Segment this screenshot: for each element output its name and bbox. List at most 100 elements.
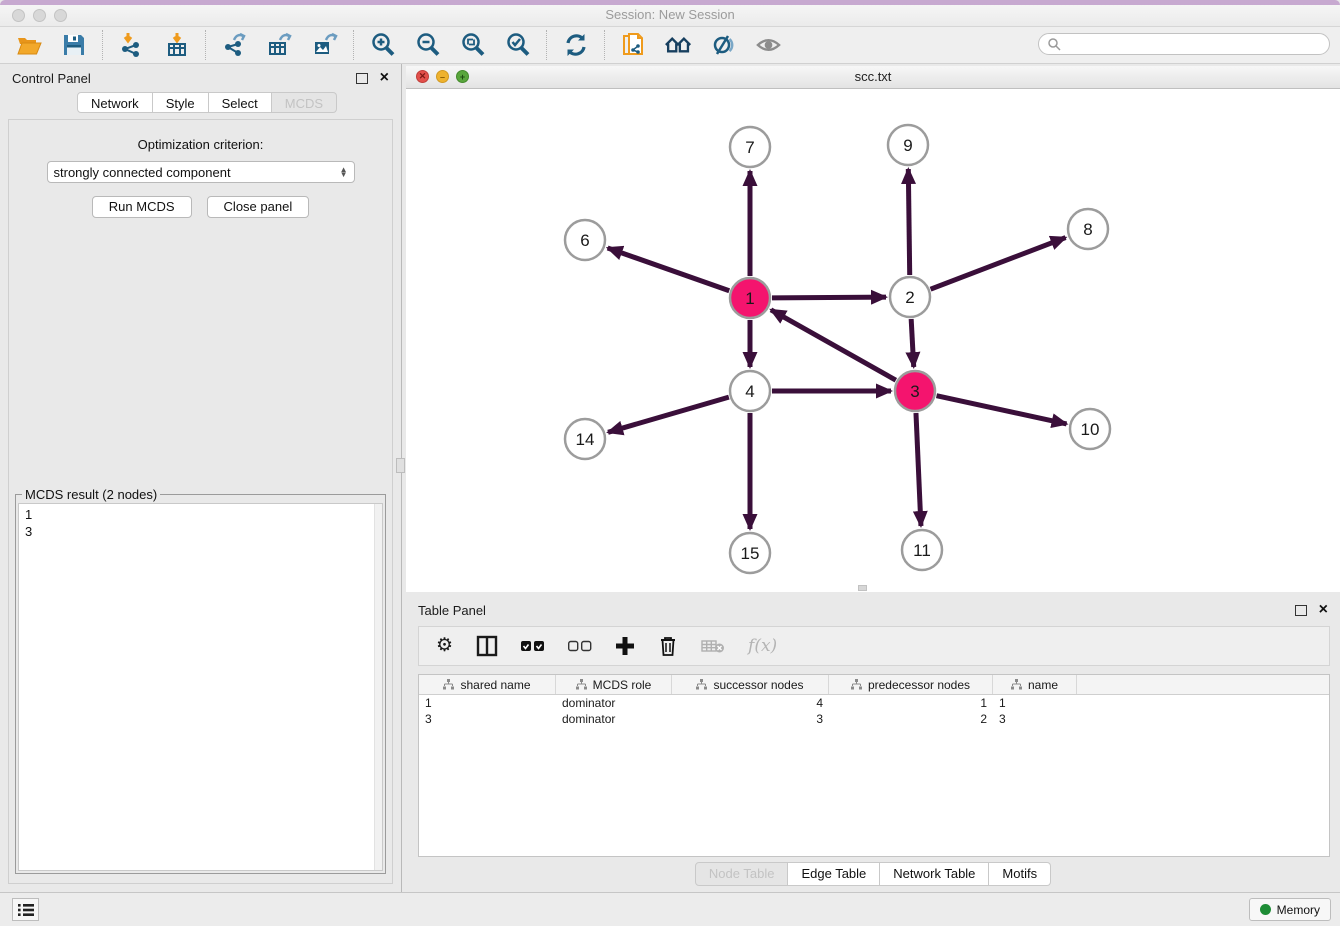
table-cell[interactable]: 1 bbox=[993, 695, 1077, 711]
edge-2-9[interactable] bbox=[908, 169, 909, 275]
app-titlebar[interactable]: Session: New Session bbox=[0, 5, 1340, 27]
import-table-icon[interactable] bbox=[163, 32, 190, 59]
table-row[interactable]: 3dominator323 bbox=[419, 711, 1329, 727]
svg-text:1: 1 bbox=[745, 289, 754, 308]
column-header-successor-nodes[interactable]: successor nodes bbox=[672, 675, 829, 694]
svg-text:8: 8 bbox=[1083, 220, 1092, 239]
table-cell[interactable]: 3 bbox=[672, 711, 829, 727]
tab-node-table[interactable]: Node Table bbox=[695, 862, 789, 886]
graph-node-2[interactable]: 2 bbox=[890, 277, 930, 317]
table-cell[interactable]: 2 bbox=[829, 711, 993, 727]
delete-icon[interactable] bbox=[658, 633, 678, 659]
edge-2-8[interactable] bbox=[931, 238, 1066, 290]
graph-node-1[interactable]: 1 bbox=[730, 278, 770, 318]
graph-node-6[interactable]: 6 bbox=[565, 220, 605, 260]
delete-table-icon[interactable] bbox=[701, 633, 725, 659]
export-image-icon[interactable] bbox=[311, 32, 338, 59]
column-header-shared-name[interactable]: shared name bbox=[419, 675, 556, 694]
select-stepper-icon: ▲▼ bbox=[340, 167, 348, 177]
edge-1-2[interactable] bbox=[772, 297, 886, 298]
memory-button[interactable]: Memory bbox=[1249, 898, 1331, 921]
table-cell[interactable]: dominator bbox=[556, 711, 672, 727]
table-cell[interactable]: 3 bbox=[993, 711, 1077, 727]
tab-style[interactable]: Style bbox=[153, 92, 209, 113]
open-folder-icon[interactable] bbox=[15, 32, 42, 59]
network-graph[interactable]: 7 9 6 8 1 2 4 3 14 10 15 11 bbox=[406, 89, 1340, 592]
control-panel: Control Panel × NetworkStyleSelectMCDS O… bbox=[0, 64, 402, 893]
tab-mcds[interactable]: MCDS bbox=[272, 92, 337, 113]
column-header-name[interactable]: name bbox=[993, 675, 1077, 694]
tab-edge-table[interactable]: Edge Table bbox=[788, 862, 880, 886]
criterion-select[interactable]: strongly connected component ▲▼ bbox=[47, 161, 355, 183]
graph-node-11[interactable]: 11 bbox=[902, 530, 942, 570]
optimization-criterion-label: Optimization criterion: bbox=[9, 137, 392, 152]
zoom-in-icon[interactable] bbox=[369, 32, 396, 59]
export-table-icon[interactable] bbox=[266, 32, 293, 59]
table-cell[interactable]: 3 bbox=[419, 711, 556, 727]
edge-3-11[interactable] bbox=[916, 413, 921, 526]
control-panel-tabs: NetworkStyleSelectMCDS bbox=[77, 92, 401, 113]
network-file-icon[interactable] bbox=[620, 32, 647, 59]
close-panel-icon[interactable]: × bbox=[380, 71, 389, 85]
import-network-icon[interactable] bbox=[118, 32, 145, 59]
refresh-layout-icon[interactable] bbox=[562, 32, 589, 59]
column-sort-icon bbox=[443, 679, 454, 690]
network-window-titlebar[interactable]: ✕ – + scc.txt bbox=[406, 66, 1340, 89]
graph-node-10[interactable]: 10 bbox=[1070, 409, 1110, 449]
table-cell[interactable]: 4 bbox=[672, 695, 829, 711]
select-all-checkboxes-icon[interactable] bbox=[521, 633, 545, 659]
columns-icon[interactable] bbox=[476, 633, 498, 659]
close-table-panel-icon[interactable]: × bbox=[1319, 603, 1328, 617]
graph-node-3[interactable]: 3 bbox=[895, 371, 935, 411]
table-cell[interactable]: dominator bbox=[556, 695, 672, 711]
tab-select[interactable]: Select bbox=[209, 92, 272, 113]
deselect-checkboxes-icon[interactable] bbox=[568, 633, 592, 659]
result-scrollbar[interactable] bbox=[374, 504, 382, 870]
graph-node-14[interactable]: 14 bbox=[565, 419, 605, 459]
hide-glasses-icon[interactable] bbox=[710, 32, 737, 59]
table-cell[interactable]: 1 bbox=[419, 695, 556, 711]
graph-node-9[interactable]: 9 bbox=[888, 125, 928, 165]
mcds-result-text[interactable]: 1 3 bbox=[18, 503, 383, 871]
column-header-predecessor-nodes[interactable]: predecessor nodes bbox=[829, 675, 993, 694]
graph-node-4[interactable]: 4 bbox=[730, 371, 770, 411]
zoom-out-icon[interactable] bbox=[414, 32, 441, 59]
canvas-scroll-thumb[interactable] bbox=[858, 585, 867, 591]
float-table-panel-icon[interactable] bbox=[1295, 605, 1307, 616]
panel-splitter-handle[interactable] bbox=[396, 458, 405, 473]
close-panel-button[interactable]: Close panel bbox=[207, 196, 310, 218]
task-history-button[interactable] bbox=[12, 898, 39, 921]
search-icon bbox=[1047, 37, 1061, 51]
node-table[interactable]: shared nameMCDS rolesuccessor nodesprede… bbox=[418, 674, 1330, 857]
graph-node-7[interactable]: 7 bbox=[730, 127, 770, 167]
export-network-icon[interactable] bbox=[221, 32, 248, 59]
gear-icon[interactable]: ⚙ bbox=[436, 633, 453, 659]
function-builder-icon[interactable]: f(x) bbox=[748, 633, 777, 659]
float-panel-icon[interactable] bbox=[356, 73, 368, 84]
control-panel-title: Control Panel bbox=[12, 71, 91, 86]
mcds-result-legend: MCDS result (2 nodes) bbox=[22, 487, 160, 502]
run-mcds-button[interactable]: Run MCDS bbox=[92, 196, 192, 218]
edge-4-14[interactable] bbox=[608, 397, 729, 432]
add-column-icon[interactable] bbox=[615, 633, 635, 659]
edge-2-3[interactable] bbox=[911, 319, 914, 367]
edge-3-1[interactable] bbox=[771, 310, 896, 380]
network-canvas[interactable]: 7 9 6 8 1 2 4 3 14 10 15 11 bbox=[406, 89, 1340, 592]
graph-node-15[interactable]: 15 bbox=[730, 533, 770, 573]
zoom-selected-icon[interactable] bbox=[504, 32, 531, 59]
search-input[interactable] bbox=[1038, 33, 1330, 55]
table-cell[interactable]: 1 bbox=[829, 695, 993, 711]
tab-network[interactable]: Network bbox=[77, 92, 153, 113]
graph-node-8[interactable]: 8 bbox=[1068, 209, 1108, 249]
show-eye-icon[interactable] bbox=[755, 32, 782, 59]
table-row[interactable]: 1dominator411 bbox=[419, 695, 1329, 711]
window-title: Session: New Session bbox=[0, 7, 1340, 22]
edge-1-6[interactable] bbox=[608, 248, 730, 291]
zoom-fit-icon[interactable] bbox=[459, 32, 486, 59]
edge-3-10[interactable] bbox=[936, 396, 1066, 424]
tab-network-table[interactable]: Network Table bbox=[880, 862, 989, 886]
home-networks-icon[interactable] bbox=[665, 32, 692, 59]
save-icon[interactable] bbox=[60, 32, 87, 59]
column-header-MCDS-role[interactable]: MCDS role bbox=[556, 675, 672, 694]
tab-motifs[interactable]: Motifs bbox=[989, 862, 1051, 886]
